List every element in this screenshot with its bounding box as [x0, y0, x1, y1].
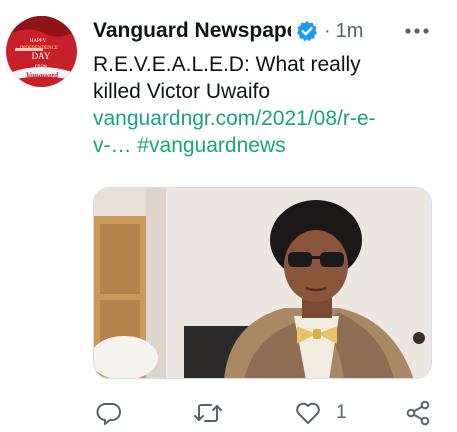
- tweet-text: R.E.V.E.A.L.E.D: What really killed Vict…: [93, 51, 393, 159]
- display-name[interactable]: Vanguard Newspapers: [93, 19, 291, 43]
- tweet-content: Vanguard Newspapers · 1m R.E.V.E.A.L.E.D…: [93, 14, 433, 159]
- heart-icon[interactable]: [294, 400, 322, 426]
- retweet-button[interactable]: [193, 400, 223, 426]
- tweet-text-line-1: R.E.V.E.A.L.E.D: What really: [93, 53, 361, 76]
- avatar-text-happy: HAPPY: [30, 39, 47, 44]
- like-button[interactable]: 1: [294, 400, 347, 426]
- avatar-text-from: FROM: [35, 63, 47, 68]
- share-button[interactable]: [404, 400, 432, 426]
- article-link-continued[interactable]: v-…: [93, 134, 132, 157]
- retweet-icon[interactable]: [193, 400, 223, 426]
- tweet-header: Vanguard Newspapers · 1m: [93, 14, 433, 48]
- avatar-text-brand: Vanguard: [26, 71, 59, 80]
- tweet-timestamp[interactable]: 1m: [336, 20, 364, 43]
- time-separator: ·: [324, 19, 331, 42]
- verified-badge-icon: [296, 20, 318, 42]
- reply-button[interactable]: [96, 400, 122, 426]
- reply-icon[interactable]: [96, 400, 122, 426]
- avatar[interactable]: HAPPY INDEPENDENCE DAY FROM Vanguard: [6, 16, 77, 87]
- article-link[interactable]: vanguardngr.com/2021/08/r-e-: [93, 105, 393, 132]
- tweet[interactable]: HAPPY INDEPENDENCE DAY FROM Vanguard Van…: [0, 0, 457, 431]
- avatar-text-day: DAY: [32, 51, 51, 61]
- like-count: 1: [336, 402, 347, 423]
- tweet-media-image[interactable]: [93, 187, 432, 379]
- more-options-icon[interactable]: [403, 21, 431, 41]
- tweet-text-line-2: killed Victor Uwaifo: [93, 80, 271, 103]
- share-icon[interactable]: [404, 400, 432, 426]
- hashtag-link[interactable]: #vanguardnews: [137, 134, 285, 157]
- tweet-actions: 1: [0, 392, 457, 432]
